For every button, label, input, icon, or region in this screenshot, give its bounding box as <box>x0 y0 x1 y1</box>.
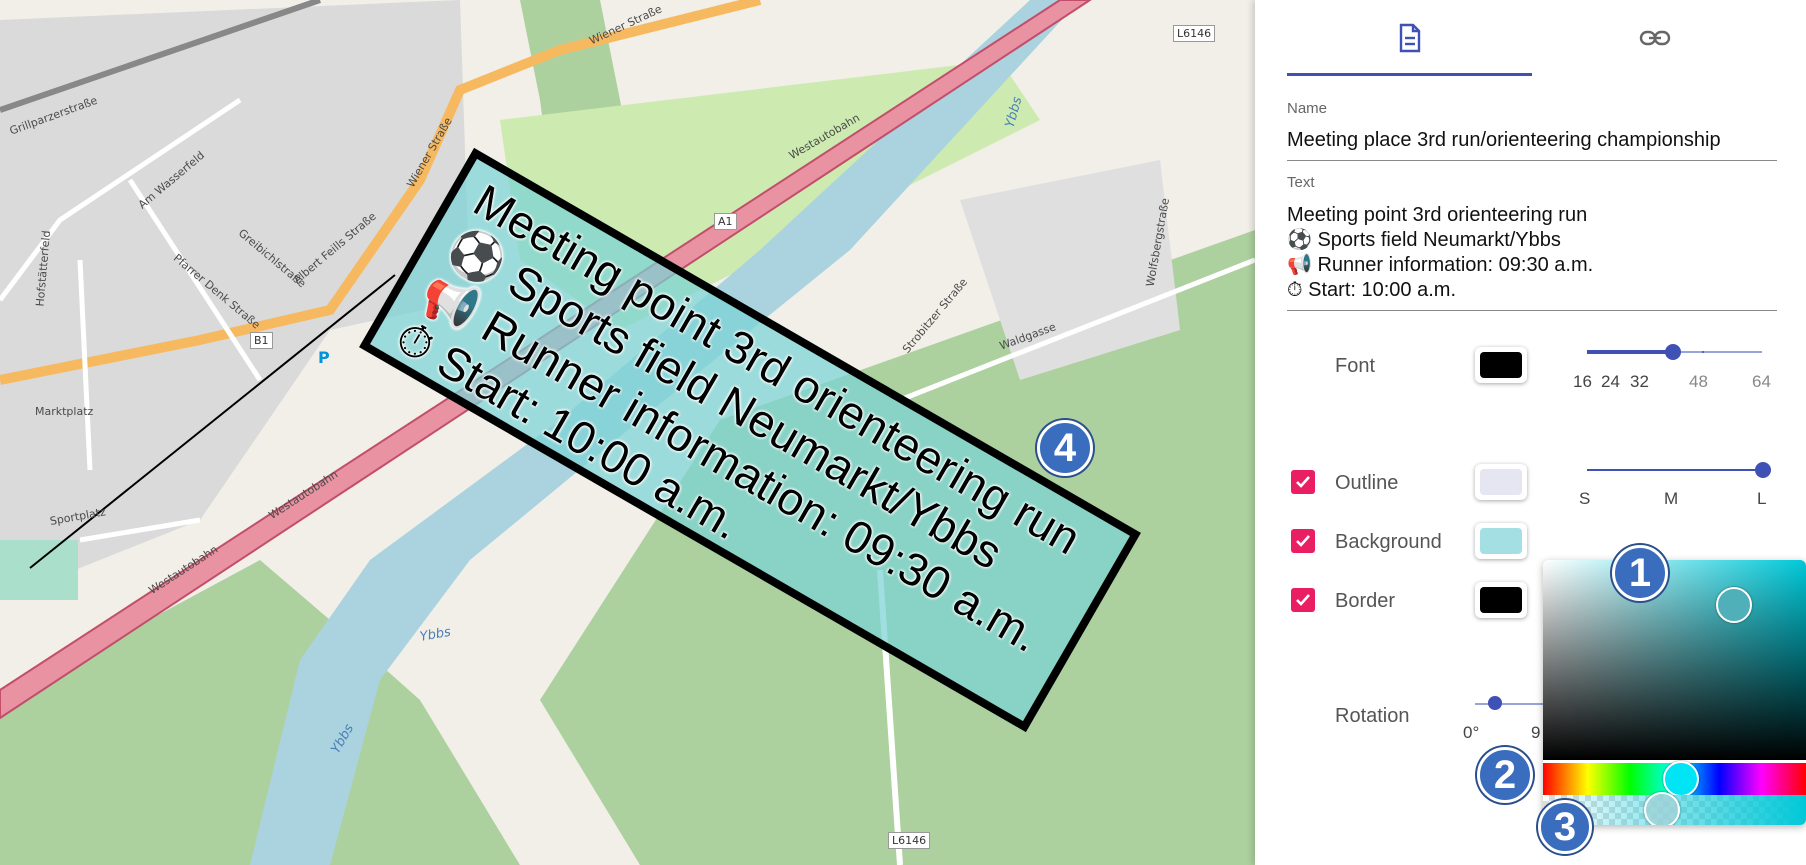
font-size-tick: 16 <box>1573 372 1592 391</box>
tab-text[interactable] <box>1287 0 1532 76</box>
name-field[interactable]: Meeting place 3rd run/orienteering champ… <box>1287 129 1721 152</box>
tab-indicator <box>1287 73 1532 76</box>
text-label: Text <box>1287 174 1315 191</box>
text-line: ⚽ Sports field Neumarkt/Ybbs <box>1287 229 1561 251</box>
font-size-tick: 24 <box>1601 372 1620 391</box>
saturation-thumb[interactable] <box>1716 587 1752 623</box>
hue-thumb[interactable] <box>1663 761 1699 797</box>
border-checkbox[interactable] <box>1291 588 1315 612</box>
alpha-thumb[interactable] <box>1644 792 1680 825</box>
text-line: Meeting point 3rd orienteering run <box>1287 204 1588 226</box>
font-size-tick: 32 <box>1630 372 1649 391</box>
outline-size-track <box>1587 469 1762 471</box>
road-shield: A1 <box>714 213 737 230</box>
name-label: Name <box>1287 100 1328 117</box>
link-icon <box>1639 30 1670 46</box>
outline-size-thumb[interactable] <box>1755 462 1771 478</box>
text-underline <box>1287 310 1777 311</box>
outline-size-tick: M <box>1664 489 1679 508</box>
road-shield: B1 <box>250 332 273 349</box>
road-shield: L6146 <box>888 832 931 849</box>
step-badge-3: 3 <box>1538 800 1592 854</box>
font-label: Font <box>1335 355 1376 377</box>
text-area[interactable]: Meeting point 3rd orienteering run ⚽ Spo… <box>1287 203 1777 303</box>
name-underline <box>1287 160 1777 161</box>
rotation-track <box>1475 703 1545 705</box>
rotation-label: Rotation <box>1335 705 1410 727</box>
border-color-swatch[interactable] <box>1475 582 1527 618</box>
outline-size-tick: L <box>1757 489 1767 508</box>
step-badge-2: 2 <box>1477 747 1533 803</box>
font-size-tick: 64 <box>1752 372 1771 391</box>
font-size-tick: 48 <box>1689 372 1708 391</box>
road-shield: L6146 <box>1173 25 1216 42</box>
saturation-area[interactable] <box>1543 560 1806 760</box>
color-picker-popup[interactable] <box>1543 560 1806 825</box>
background-checkbox[interactable] <box>1291 529 1315 553</box>
background-color-swatch[interactable] <box>1475 523 1527 559</box>
outline-checkbox[interactable] <box>1291 470 1315 494</box>
font-size-fill <box>1587 350 1673 354</box>
check-icon <box>1296 594 1310 606</box>
text-line: ⏱ Start: 10:00 a.m. <box>1287 279 1457 301</box>
road-label: Marktplatz <box>35 405 94 418</box>
map-canvas[interactable]: Wiener Straße Westautobahn Wiener Straße… <box>0 0 1255 865</box>
outline-size-tick: S <box>1579 489 1591 508</box>
document-icon <box>1399 23 1420 53</box>
step-badge-1: 1 <box>1612 545 1668 601</box>
outline-label: Outline <box>1335 472 1399 494</box>
text-line: 📢 Runner information: 09:30 a.m. <box>1287 254 1594 276</box>
tab-link[interactable] <box>1532 0 1777 76</box>
font-size-thumb[interactable] <box>1665 344 1681 360</box>
rotation-thumb[interactable] <box>1488 696 1502 710</box>
rotation-tick: 0° <box>1463 723 1480 742</box>
parking-icon: P <box>318 348 330 367</box>
background-label: Background <box>1335 531 1442 553</box>
font-color-swatch[interactable] <box>1475 347 1527 383</box>
check-icon <box>1296 476 1310 488</box>
step-badge-4: 4 <box>1037 420 1093 476</box>
border-label: Border <box>1335 590 1396 612</box>
rotation-tick: 9 <box>1531 723 1541 742</box>
sports-field <box>0 540 78 600</box>
outline-color-swatch[interactable] <box>1475 464 1527 500</box>
check-icon <box>1296 535 1310 547</box>
forest-area-2 <box>0 560 520 865</box>
